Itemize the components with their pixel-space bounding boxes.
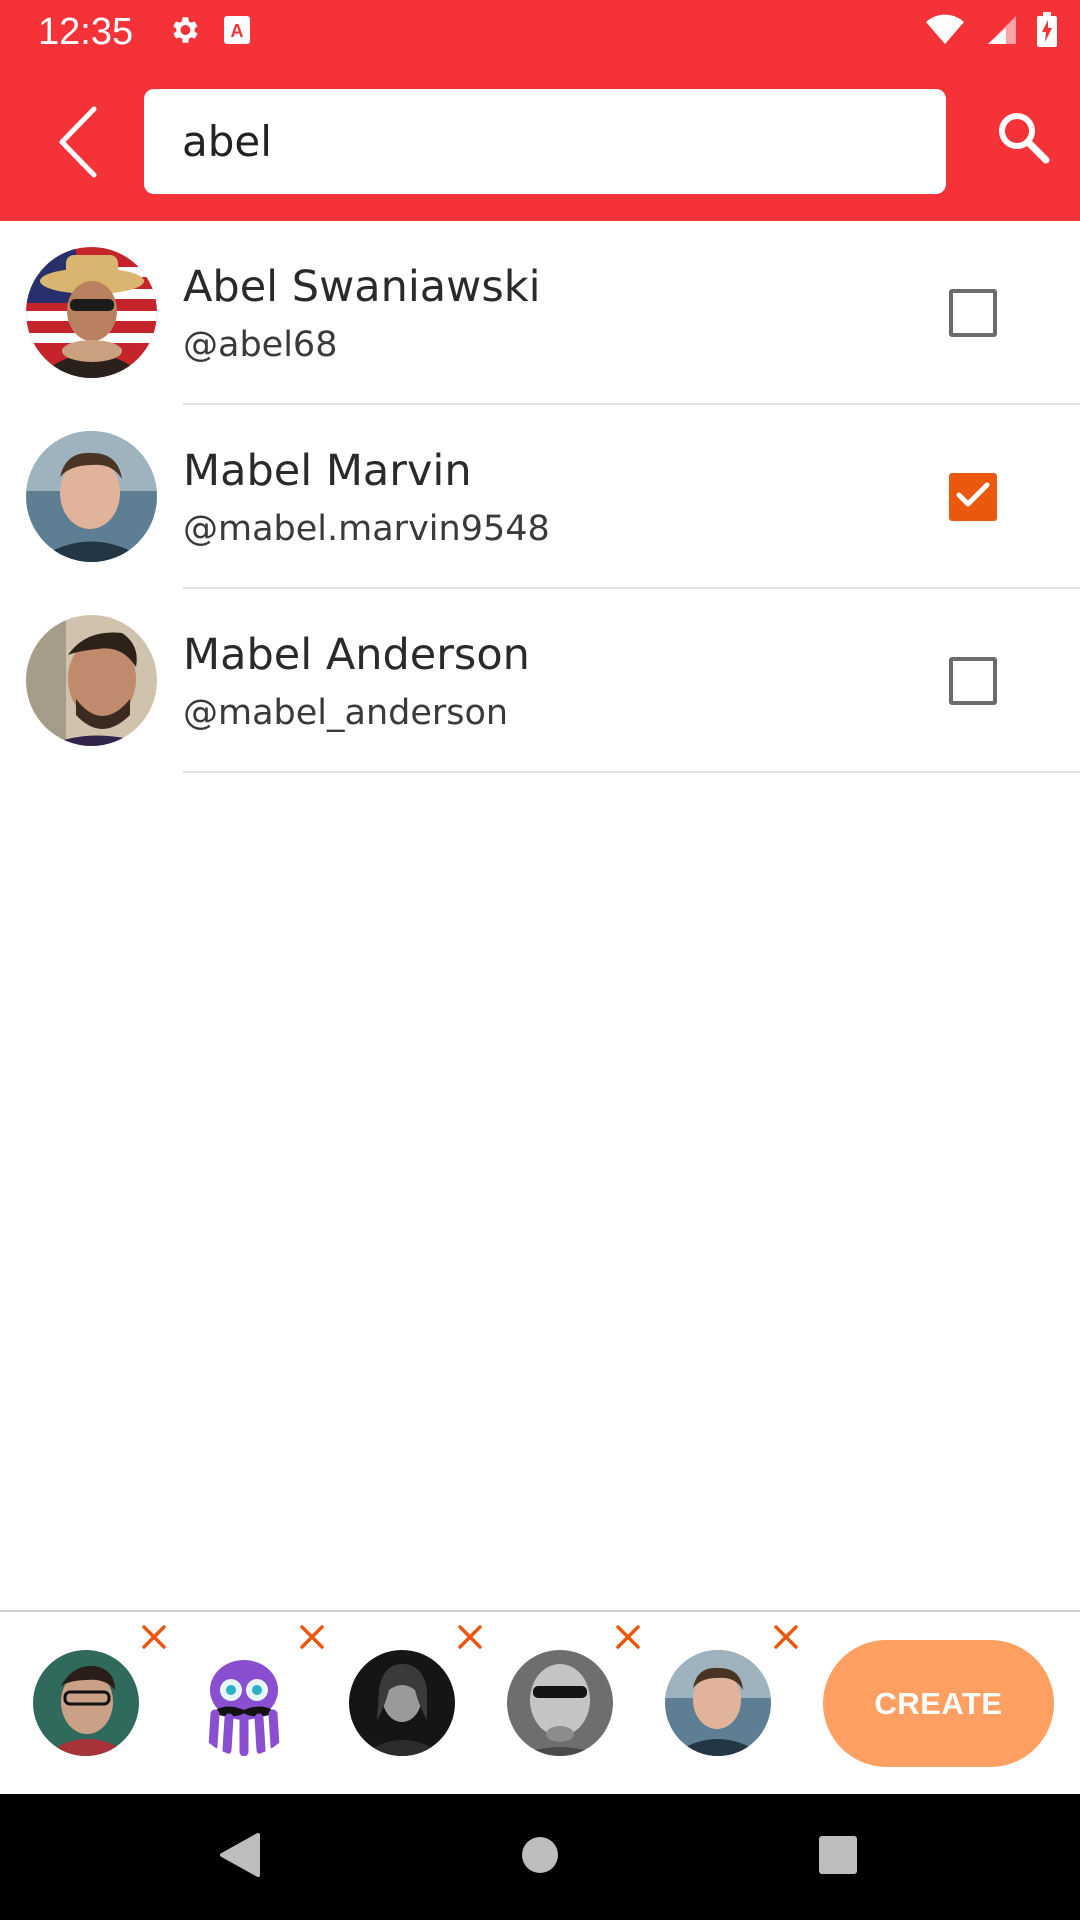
avatar (191, 1650, 297, 1756)
selected-user-chip[interactable] (191, 1625, 324, 1756)
user-handle: @abel68 (183, 325, 338, 365)
status-bar: 12:35 A (0, 0, 1080, 64)
signal-icon (984, 14, 1018, 50)
selected-users-tray: CREATE (0, 1610, 1080, 1794)
nav-home-button[interactable] (505, 1822, 575, 1892)
back-button[interactable] (48, 104, 108, 184)
list-item[interactable]: Abel Swaniawski @abel68 (0, 221, 1080, 405)
search-box[interactable] (144, 89, 946, 194)
search-button[interactable] (988, 104, 1058, 174)
wifi-icon (924, 14, 966, 50)
remove-chip-button[interactable] (453, 1622, 487, 1656)
home-circle-icon (520, 1835, 560, 1879)
user-name: Abel Swaniawski (183, 262, 541, 312)
user-handle: @mabel_anderson (183, 693, 509, 733)
select-checkbox[interactable] (949, 289, 997, 337)
selected-user-chip[interactable] (33, 1625, 166, 1756)
avatar (507, 1650, 613, 1756)
close-icon (457, 1624, 483, 1654)
user-handle: @mabel.marvin9548 (183, 509, 550, 549)
create-button[interactable]: CREATE (823, 1640, 1054, 1767)
close-icon (615, 1624, 641, 1654)
list-item[interactable]: Mabel Marvin @mabel.marvin9548 (0, 405, 1080, 589)
battery-charging-icon (1036, 12, 1058, 52)
a-notification-icon: A (223, 15, 251, 49)
avatar (26, 615, 157, 746)
avatar (26, 247, 157, 378)
remove-chip-button[interactable] (137, 1622, 171, 1656)
remove-chip-button[interactable] (295, 1622, 329, 1656)
close-icon (299, 1624, 325, 1654)
avatar (33, 1650, 139, 1756)
svg-text:A: A (231, 21, 244, 41)
nav-back-button[interactable] (205, 1822, 275, 1892)
status-time: 12:35 (38, 10, 134, 53)
results-list: Abel Swaniawski @abel68 Mabel Marvin @ma… (0, 221, 1080, 773)
nav-recents-button[interactable] (803, 1822, 873, 1892)
selected-user-chip[interactable] (349, 1625, 482, 1756)
close-icon (141, 1624, 167, 1654)
divider (183, 771, 1080, 773)
list-item[interactable]: Mabel Anderson @mabel_anderson (0, 589, 1080, 773)
select-checkbox[interactable] (949, 657, 997, 705)
chevron-left-icon (56, 105, 100, 183)
recents-square-icon (818, 1835, 858, 1879)
gear-icon (167, 13, 201, 51)
remove-chip-button[interactable] (769, 1622, 803, 1656)
back-triangle-icon (218, 1831, 262, 1883)
search-input[interactable] (182, 117, 908, 166)
user-name: Mabel Marvin (183, 446, 472, 496)
user-name: Mabel Anderson (183, 630, 530, 680)
selected-user-chip[interactable] (665, 1625, 798, 1756)
system-nav-bar (0, 1794, 1080, 1920)
close-icon (773, 1624, 799, 1654)
avatar (26, 431, 157, 562)
checkmark-icon (956, 481, 990, 513)
select-checkbox[interactable] (949, 473, 997, 521)
search-icon (996, 110, 1050, 168)
avatar (349, 1650, 455, 1756)
selected-user-chip[interactable] (507, 1625, 640, 1756)
avatar (665, 1650, 771, 1756)
app-bar (0, 64, 1080, 221)
remove-chip-button[interactable] (611, 1622, 645, 1656)
